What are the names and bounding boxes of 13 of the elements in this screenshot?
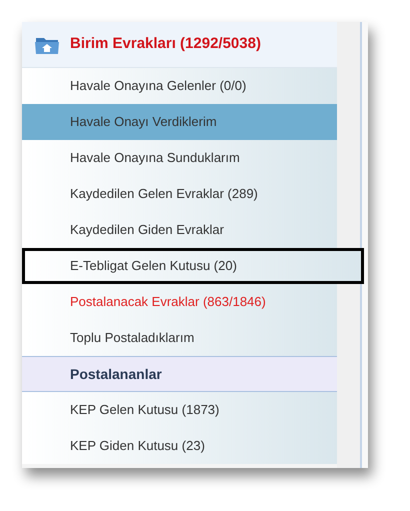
menu-item[interactable]: KEP Gelen Kutusu (1873) (22, 392, 337, 428)
menu-item[interactable]: Toplu Postaladıklarım (22, 320, 337, 356)
menu-item[interactable]: Havale Onayı Verdiklerim (22, 104, 337, 140)
menu-item[interactable]: Postalanacak Evraklar (863/1846) (22, 284, 337, 320)
menu-item[interactable]: Havale Onayına Gelenler (0/0) (22, 68, 337, 104)
menu-header[interactable]: Birim Evrakları (1292/5038) (22, 22, 337, 68)
menu-header-title: Birim Evrakları (1292/5038) (70, 34, 261, 54)
menu-item[interactable]: E-Tebligat Gelen Kutusu (20) (22, 248, 364, 284)
section-heading: Postalananlar (22, 356, 337, 392)
menu-item[interactable]: Kaydedilen Giden Evraklar (22, 212, 337, 248)
menu-item[interactable]: KEP Giden Kutusu (23) (22, 428, 337, 464)
menu-item[interactable]: Havale Onayına Sunduklarım (22, 140, 337, 176)
menu-item[interactable]: Kaydedilen Gelen Evraklar (289) (22, 176, 337, 212)
